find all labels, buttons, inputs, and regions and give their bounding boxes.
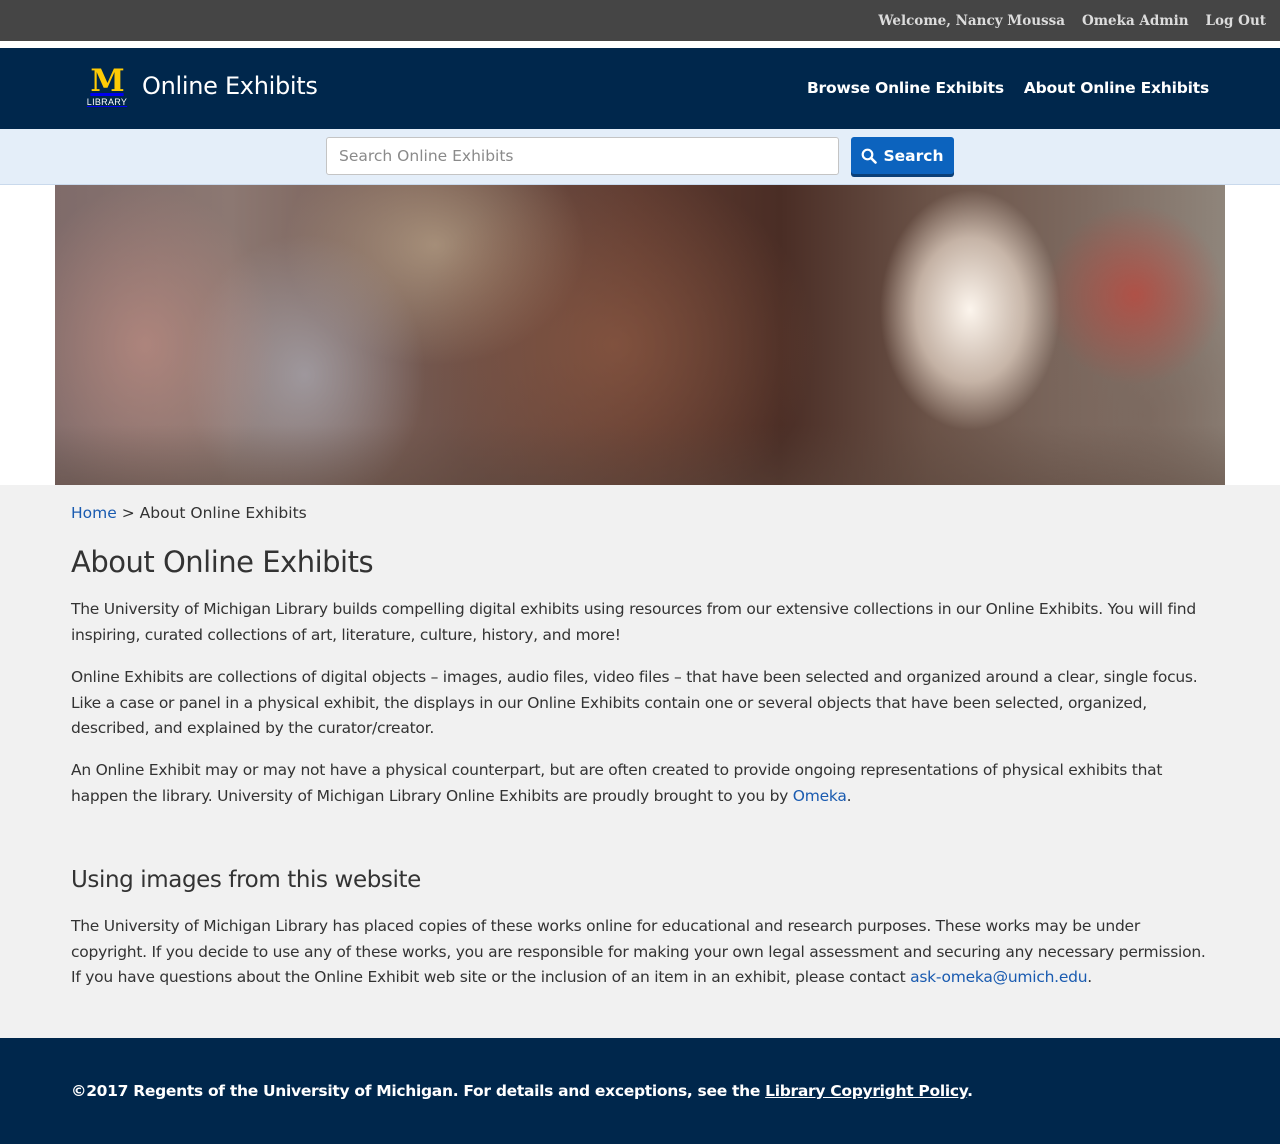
definition-paragraph: Online Exhibits are collections of digit… [71,668,1198,737]
logo-library-text: LIBRARY [86,97,128,107]
library-logo[interactable]: M LIBRARY [86,63,128,109]
admin-bar: Welcome, Nancy Moussa Omeka Admin Log Ou… [0,0,1280,41]
footer-copyright-end: . [967,1082,973,1100]
site-header: M LIBRARY Online Exhibits Browse Online … [0,48,1280,129]
using-images-end: . [1087,968,1092,986]
omeka-link[interactable]: Omeka [793,787,847,805]
hero-banner-image [55,185,1225,485]
omeka-paragraph-end: . [846,786,852,805]
omeka-paragraph-text: An Online Exhibit may or may not have a … [71,761,1163,805]
nav-about-online-exhibits[interactable]: About Online Exhibits [1024,79,1209,97]
footer-copyright: ©2017 Regents of the University of Michi… [71,1082,973,1100]
admin-bar-links: Welcome, Nancy Moussa Omeka Admin Log Ou… [878,0,1266,41]
search-icon [862,148,878,164]
search-button-label: Search [883,146,944,165]
log-out-link[interactable]: Log Out [1206,13,1266,29]
footer-copyright-text: ©2017 Regents of the University of Michi… [71,1082,761,1100]
contact-email-link[interactable]: ask-omeka@umich.edu [910,968,1087,986]
page-title: About Online Exhibits [71,545,374,579]
admin-bar-divider [0,41,1280,48]
using-images-paragraph: The University of Michigan Library has p… [71,914,1211,991]
intro-paragraph: The University of Michigan Library build… [71,600,1196,644]
breadcrumb-separator: > [121,504,135,522]
main-nav: Browse Online Exhibits About Online Exhi… [807,79,1209,97]
section-title-using-images: Using images from this website [71,867,421,893]
site-title[interactable]: Online Exhibits [142,72,318,100]
logo-block-m: M [90,63,124,99]
search-bar: Search [0,129,1280,185]
nav-browse-online-exhibits[interactable]: Browse Online Exhibits [807,79,1004,97]
hero-banner-wrapper [0,185,1280,485]
breadcrumb-current: About Online Exhibits [139,504,307,522]
breadcrumb-home-link[interactable]: Home [71,504,117,522]
omeka-paragraph: An Online Exhibit may or may not have a … [71,758,1211,809]
breadcrumb: Home > About Online Exhibits [71,504,307,522]
search-input[interactable] [326,137,839,175]
library-copyright-policy-link[interactable]: Library Copyright Policy [765,1082,967,1100]
omeka-admin-link[interactable]: Omeka Admin [1082,13,1189,29]
search-button[interactable]: Search [851,137,954,174]
welcome-text: Welcome, Nancy Moussa [878,12,1065,29]
site-footer: ©2017 Regents of the University of Michi… [0,1038,1280,1144]
